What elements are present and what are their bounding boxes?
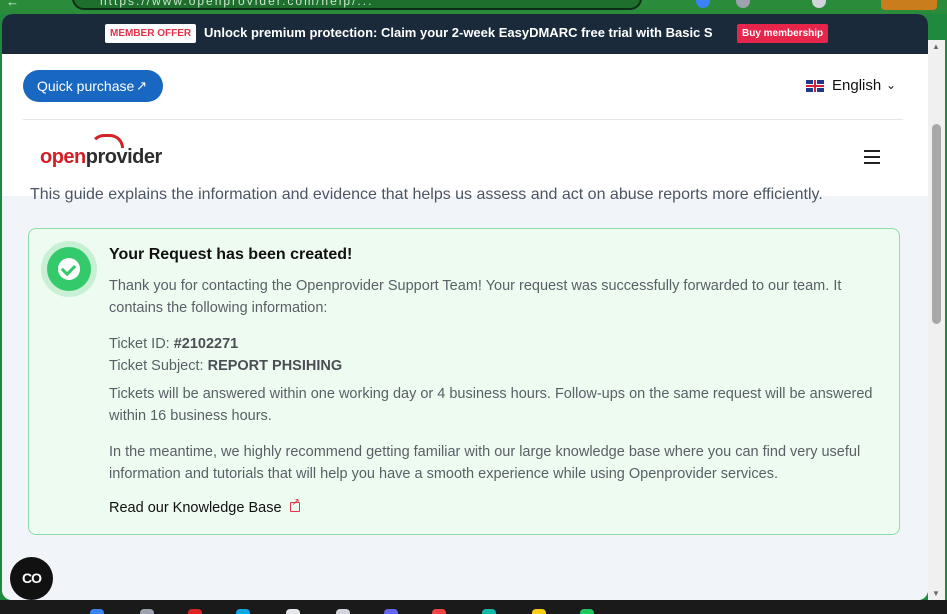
profile-avatar-icon[interactable] — [812, 0, 826, 8]
taskbar-app-icon[interactable] — [482, 609, 496, 614]
taskbar-app-icon[interactable] — [236, 609, 250, 614]
request-created-card: Your Request has been created! Thank you… — [28, 228, 900, 535]
member-offer-badge: MEMBER OFFER — [105, 24, 197, 43]
logo-provider-text: provider — [85, 146, 163, 168]
chevron-down-icon: ⌄ — [886, 78, 897, 92]
extension-icon[interactable] — [696, 0, 710, 8]
taskbar-app-icon[interactable] — [384, 609, 398, 614]
extensions-puzzle-icon[interactable] — [736, 0, 750, 8]
promo-banner: MEMBER OFFER Unlock premium protection: … — [2, 14, 928, 54]
taskbar-app-icon[interactable] — [580, 609, 594, 614]
success-check-icon — [47, 247, 91, 291]
external-link-icon — [289, 497, 300, 512]
taskbar-app-icon[interactable] — [432, 609, 446, 614]
page-viewport: MEMBER OFFER Unlock premium protection: … — [2, 14, 928, 600]
ticket-id-value: #2102271 — [173, 336, 239, 352]
language-label: English — [832, 77, 882, 94]
logo-swoosh-icon — [90, 134, 124, 148]
success-intro: Thank you for contacting the Openprovide… — [109, 278, 842, 316]
ticket-subject: Ticket Subject: REPORT PHSIHING — [109, 355, 889, 377]
logo-open-text: open — [40, 146, 86, 168]
success-title: Your Request has been created! — [109, 246, 353, 263]
chat-widget-button[interactable]: CO — [10, 557, 53, 600]
page-lower-area — [2, 580, 928, 600]
external-arrow-icon: ↗ — [136, 78, 147, 93]
browser-toolbar: ← https://www.openprovider.com/help/... — [0, 0, 947, 14]
page-scrollbar[interactable]: ▲ ▼ — [928, 40, 945, 600]
guide-intro-text: This guide explains the information and … — [30, 186, 823, 203]
taskbar-app-icon[interactable] — [532, 609, 546, 614]
taskbar-app-icon[interactable] — [140, 609, 154, 614]
ticket-id: Ticket ID: #2102271 — [109, 333, 889, 355]
os-taskbar — [0, 600, 947, 614]
header-divider — [23, 119, 903, 120]
quick-purchase-button[interactable]: Quick purchase ↗ — [23, 70, 163, 102]
address-bar-text: https://www.openprovider.com/help/... — [100, 0, 374, 8]
buy-membership-button[interactable]: Buy membership — [737, 24, 829, 43]
ticket-subject-value: REPORT PHSIHING — [207, 358, 343, 374]
knowledge-base-link-label: Read our Knowledge Base — [109, 500, 282, 516]
browser-back-icon[interactable]: ← — [6, 0, 19, 9]
taskbar-app-icon[interactable] — [90, 609, 104, 614]
response-time-text: Tickets will be answered within one work… — [109, 386, 873, 424]
promo-text: Unlock premium protection: Claim your 2-… — [204, 25, 713, 40]
scrollbar-thumb[interactable] — [932, 124, 941, 324]
knowledge-base-note: In the meantime, we highly recommend get… — [109, 444, 861, 482]
quick-purchase-label: Quick purchase — [37, 78, 135, 94]
openprovider-logo[interactable]: openprovider — [40, 134, 163, 169]
uk-flag-icon — [806, 80, 824, 92]
scroll-up-icon[interactable]: ▲ — [932, 42, 940, 51]
knowledge-base-link[interactable]: Read our Knowledge Base — [109, 497, 300, 516]
site-header: Quick purchase ↗ English ⌄ openprovider — [2, 54, 928, 196]
hamburger-menu-icon[interactable] — [864, 150, 880, 164]
window-control[interactable] — [881, 0, 937, 10]
taskbar-app-icon[interactable] — [336, 609, 350, 614]
ticket-subject-label: Ticket Subject: — [109, 358, 208, 374]
taskbar-app-icon[interactable] — [286, 609, 300, 614]
scroll-down-icon[interactable]: ▼ — [932, 589, 940, 598]
taskbar-app-icon[interactable] — [188, 609, 202, 614]
ticket-id-label: Ticket ID: — [109, 336, 174, 352]
